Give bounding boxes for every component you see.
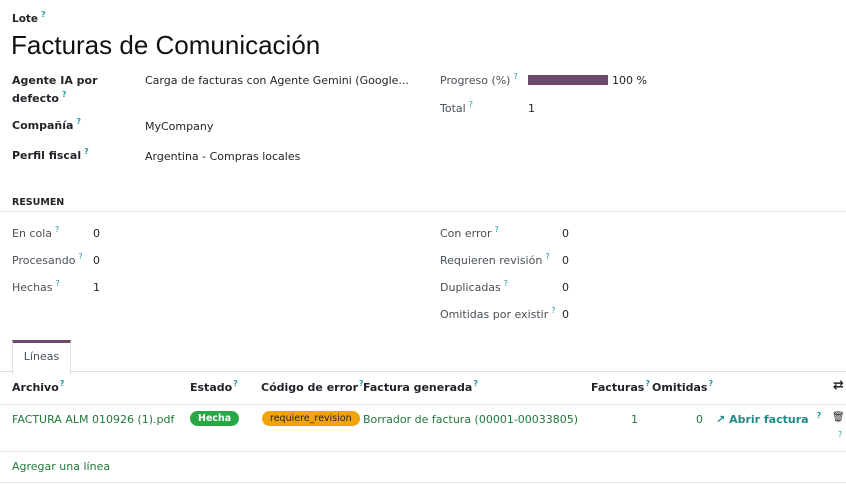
help-icon[interactable]: ?: [78, 252, 82, 261]
table-bottom-divider: [0, 482, 846, 483]
hechas-value: 1: [93, 281, 100, 294]
procesando-label: Procesando?: [12, 252, 83, 267]
help-icon[interactable]: ?: [56, 279, 60, 288]
duplicadas-label: Duplicadas?: [440, 279, 509, 294]
help-icon[interactable]: ?: [84, 147, 89, 156]
tab-lineas-label: Líneas: [23, 350, 60, 363]
col-factura-generada[interactable]: Factura generada?: [363, 379, 478, 394]
perfil-field[interactable]: Argentina - Compras locales: [145, 150, 300, 163]
hechas-label: Hechas?: [12, 279, 60, 294]
col-omitidas[interactable]: Omitidas?: [652, 379, 713, 394]
omitidas-value: 0: [696, 413, 703, 426]
progreso-label: Progreso (%)?: [440, 72, 518, 87]
perfil-label: Perfil fiscal?: [12, 147, 89, 162]
requieren-revision-label: Requieren revisión?: [440, 252, 550, 267]
tab-divider-right: [70, 371, 846, 372]
omitidas-existir-value: 0: [562, 308, 569, 321]
total-label: Total?: [440, 100, 473, 115]
tab-divider-left: [0, 371, 12, 372]
help-icon[interactable]: ?: [708, 379, 713, 388]
help-icon[interactable]: ?: [513, 72, 517, 81]
agregar-linea-link[interactable]: Agregar una línea: [12, 460, 110, 473]
tab-lineas[interactable]: Líneas: [12, 340, 71, 374]
en-cola-value: 0: [93, 227, 100, 240]
trash-icon[interactable]: 🗑: [832, 412, 845, 423]
requieren-revision-value: 0: [562, 254, 569, 267]
help-icon[interactable]: ?: [551, 306, 555, 315]
column-settings-icon[interactable]: ⇄: [833, 378, 844, 393]
resumen-divider: [0, 211, 846, 212]
con-error-label: Con error?: [440, 225, 499, 240]
help-icon[interactable]: ?: [504, 279, 508, 288]
help-icon[interactable]: ?: [41, 10, 46, 19]
agente-field[interactable]: Carga de facturas con Agente Gemini (Goo…: [145, 74, 409, 87]
help-icon[interactable]: ?: [473, 379, 478, 388]
row-help-icon[interactable]: ?: [835, 430, 842, 445]
progreso-value: 100 %: [612, 74, 647, 87]
help-icon[interactable]: ?: [817, 411, 822, 420]
header-divider: [0, 404, 846, 405]
help-icon[interactable]: ?: [495, 225, 499, 234]
error-code-badge: requiere_revision: [262, 411, 360, 426]
compania-field[interactable]: MyCompany: [145, 120, 213, 133]
compania-label: Compañía?: [12, 117, 82, 132]
con-error-value: 0: [562, 227, 569, 240]
facturas-value: 1: [631, 413, 638, 426]
help-icon[interactable]: ?: [60, 379, 65, 388]
row-divider: [0, 451, 846, 452]
help-icon[interactable]: ?: [233, 379, 238, 388]
agente-label: Agente IA por defecto?: [12, 74, 98, 105]
progress-bar-fill: [528, 75, 608, 85]
procesando-value: 0: [93, 254, 100, 267]
archivo-link[interactable]: FACTURA ALM 010926 (1).pdf: [12, 413, 174, 426]
duplicadas-value: 0: [562, 281, 569, 294]
help-icon[interactable]: ?: [76, 117, 81, 126]
col-codigo-error[interactable]: Código de error?: [261, 379, 364, 394]
lote-label: Lote?: [12, 10, 46, 25]
help-icon[interactable]: ?: [469, 100, 473, 109]
abrir-factura-button[interactable]: ↗ Abrir factura?: [716, 411, 822, 426]
status-badge: Hecha: [190, 411, 240, 426]
col-estado[interactable]: Estado?: [190, 379, 238, 394]
col-facturas[interactable]: Facturas?: [591, 379, 650, 394]
total-value: 1: [528, 102, 535, 115]
en-cola-label: En cola?: [12, 225, 60, 240]
help-icon[interactable]: ?: [62, 90, 67, 99]
progress-bar: [528, 75, 608, 85]
col-archivo[interactable]: Archivo?: [12, 379, 65, 394]
help-icon[interactable]: ?: [55, 225, 59, 234]
omitidas-existir-label: Omitidas por existir?: [440, 306, 556, 321]
factura-generada-link[interactable]: Borrador de factura (00001-00033805): [363, 413, 578, 426]
page-title[interactable]: Facturas de Comunicación: [11, 30, 320, 61]
external-link-icon: ↗: [716, 413, 726, 426]
resumen-title: RESUMEN: [12, 197, 65, 208]
help-icon[interactable]: ?: [645, 379, 650, 388]
help-icon[interactable]: ?: [545, 252, 549, 261]
